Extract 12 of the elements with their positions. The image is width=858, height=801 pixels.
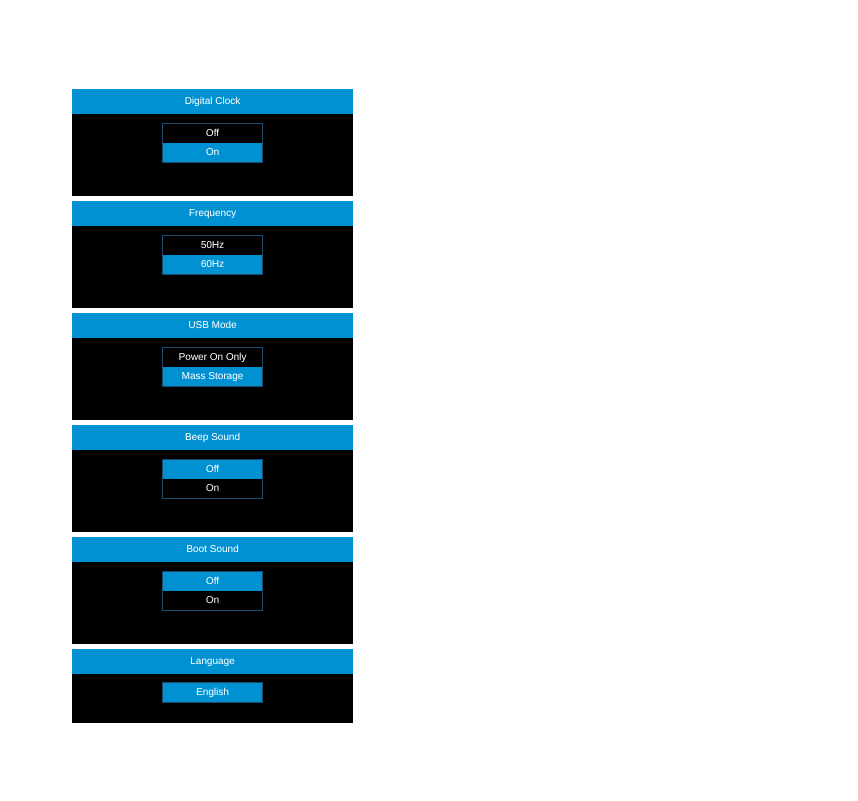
panel-title: Digital Clock: [72, 89, 353, 114]
option-item[interactable]: Off: [163, 572, 262, 591]
panel-title: Boot Sound: [72, 537, 353, 562]
option-item[interactable]: On: [163, 143, 262, 162]
option-item[interactable]: 60Hz: [163, 255, 262, 274]
panel-title: Beep Sound: [72, 425, 353, 450]
option-item[interactable]: English: [163, 683, 262, 702]
option-item[interactable]: Mass Storage: [163, 367, 262, 386]
panel-title: USB Mode: [72, 313, 353, 338]
panel-title: Frequency: [72, 201, 353, 226]
panel-title: Language: [72, 649, 353, 674]
option-item[interactable]: Off: [163, 460, 262, 479]
